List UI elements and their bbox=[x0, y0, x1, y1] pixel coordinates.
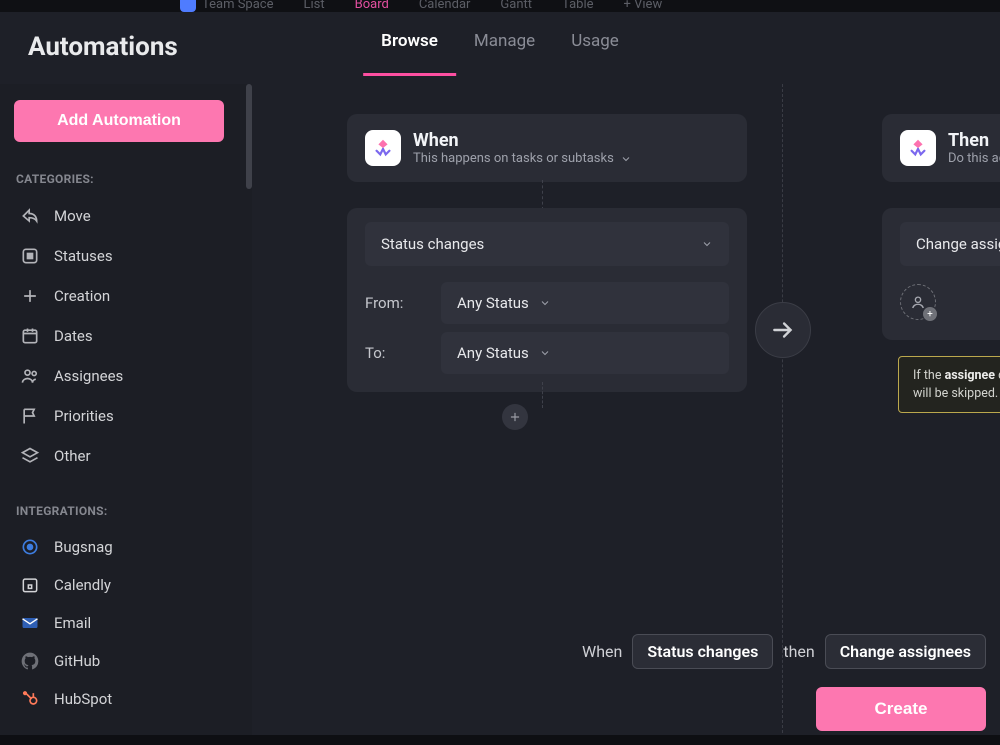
sidebar-item-priorities[interactable]: Priorities bbox=[14, 396, 238, 436]
automation-summary: When Status changes then Change assignee… bbox=[270, 627, 1000, 675]
action-type-select[interactable]: Change assignees bbox=[900, 222, 1000, 266]
sidebar-item-dates[interactable]: Dates bbox=[14, 316, 238, 356]
tab-manage[interactable]: Manage bbox=[474, 25, 535, 69]
to-label: To: bbox=[365, 344, 427, 362]
share-arrow-icon bbox=[20, 206, 40, 226]
github-icon bbox=[20, 651, 40, 671]
bottom-border bbox=[0, 735, 1000, 745]
sidebar-item-label: Bugsnag bbox=[54, 538, 113, 556]
app-top-bar: Team Space List Board Calendar Gantt Tab… bbox=[0, 0, 1000, 12]
chevron-down-icon bbox=[701, 238, 713, 250]
sidebar-item-label: Move bbox=[54, 207, 91, 225]
create-button[interactable]: Create bbox=[816, 687, 986, 731]
summary-then-word: then bbox=[783, 642, 814, 661]
assignee-picker[interactable]: + bbox=[900, 284, 936, 320]
sidebar-item-label: Other bbox=[54, 447, 91, 465]
integrations-heading: INTEGRATIONS: bbox=[16, 504, 238, 518]
from-status-select[interactable]: Any Status bbox=[441, 282, 729, 324]
hubspot-icon bbox=[20, 689, 40, 709]
connector-line bbox=[542, 382, 543, 408]
calendly-icon bbox=[20, 575, 40, 595]
chevron-down-icon bbox=[539, 347, 551, 359]
warning-tooltip: If the assignee does not exist, this ste… bbox=[898, 356, 1000, 413]
plus-creation-icon bbox=[20, 286, 40, 306]
sidebar-item-label: HubSpot bbox=[54, 690, 112, 708]
add-automation-button[interactable]: Add Automation bbox=[14, 100, 224, 142]
summary-when-word: When bbox=[582, 642, 622, 661]
sidebar-item-label: Dates bbox=[54, 327, 93, 345]
calendar-icon bbox=[20, 326, 40, 346]
sidebar-item-label: Priorities bbox=[54, 407, 114, 425]
summary-action-chip[interactable]: Change assignees bbox=[825, 634, 986, 669]
clickup-logo-icon bbox=[900, 130, 936, 166]
status-square-icon bbox=[20, 246, 40, 266]
then-title: Then bbox=[948, 130, 1000, 151]
sidebar-item-label: Creation bbox=[54, 287, 110, 305]
then-subtitle: Do this action bbox=[948, 151, 1000, 166]
chevron-down-icon[interactable] bbox=[620, 153, 632, 165]
summary-trigger-chip[interactable]: Status changes bbox=[632, 634, 773, 669]
clickup-logo-icon bbox=[365, 130, 401, 166]
add-trigger-button[interactable] bbox=[502, 404, 528, 430]
plus-badge-icon: + bbox=[923, 307, 937, 321]
flag-icon bbox=[20, 406, 40, 426]
then-header-card: Then Do this action bbox=[882, 114, 1000, 182]
trigger-type-select[interactable]: Status changes bbox=[365, 222, 729, 266]
people-icon bbox=[20, 366, 40, 386]
from-label: From: bbox=[365, 294, 427, 312]
connector-line bbox=[542, 180, 543, 210]
sidebar-scrollbar[interactable] bbox=[244, 84, 252, 743]
sidebar-item-statuses[interactable]: Statuses bbox=[14, 236, 238, 276]
header-tabs: Browse Manage Usage bbox=[381, 25, 619, 69]
sidebar-item-label: GitHub bbox=[54, 652, 100, 670]
layers-icon bbox=[20, 446, 40, 466]
when-title: When bbox=[413, 130, 632, 151]
sidebar-item-bugsnag[interactable]: Bugsnag bbox=[14, 528, 238, 566]
sidebar-item-move[interactable]: Move bbox=[14, 196, 238, 236]
sidebar: Add Automation CATEGORIES: Move Statuses… bbox=[0, 84, 252, 743]
sidebar-item-github[interactable]: GitHub bbox=[14, 642, 238, 680]
sidebar-item-creation[interactable]: Creation bbox=[14, 276, 238, 316]
action-card: Change assignees + bbox=[882, 208, 1000, 340]
email-icon bbox=[20, 613, 40, 633]
tab-usage[interactable]: Usage bbox=[571, 25, 619, 69]
to-status-select[interactable]: Any Status bbox=[441, 332, 729, 374]
sidebar-item-email[interactable]: Email bbox=[14, 604, 238, 642]
flow-arrow-icon bbox=[755, 302, 811, 358]
bugsnag-icon bbox=[20, 537, 40, 557]
sidebar-item-other[interactable]: Other bbox=[14, 436, 238, 476]
page-title: Automations bbox=[28, 32, 178, 62]
sidebar-item-label: Calendly bbox=[54, 576, 111, 594]
sidebar-item-assignees[interactable]: Assignees bbox=[14, 356, 238, 396]
sidebar-item-calendly[interactable]: Calendly bbox=[14, 566, 238, 604]
sidebar-item-label: Statuses bbox=[54, 247, 113, 265]
chevron-down-icon bbox=[539, 297, 551, 309]
trigger-card: Status changes From: Any Status To: Any … bbox=[347, 208, 747, 392]
when-header-card: When This happens on tasks or subtasks bbox=[347, 114, 747, 182]
tab-browse[interactable]: Browse bbox=[381, 25, 438, 69]
when-subtitle: This happens on tasks or subtasks bbox=[413, 151, 614, 166]
page-header: Automations Browse Manage Usage bbox=[0, 12, 1000, 84]
sidebar-item-hubspot[interactable]: HubSpot bbox=[14, 680, 238, 718]
sidebar-item-label: Email bbox=[54, 614, 91, 632]
sidebar-item-label: Assignees bbox=[54, 367, 123, 385]
categories-heading: CATEGORIES: bbox=[16, 172, 238, 186]
